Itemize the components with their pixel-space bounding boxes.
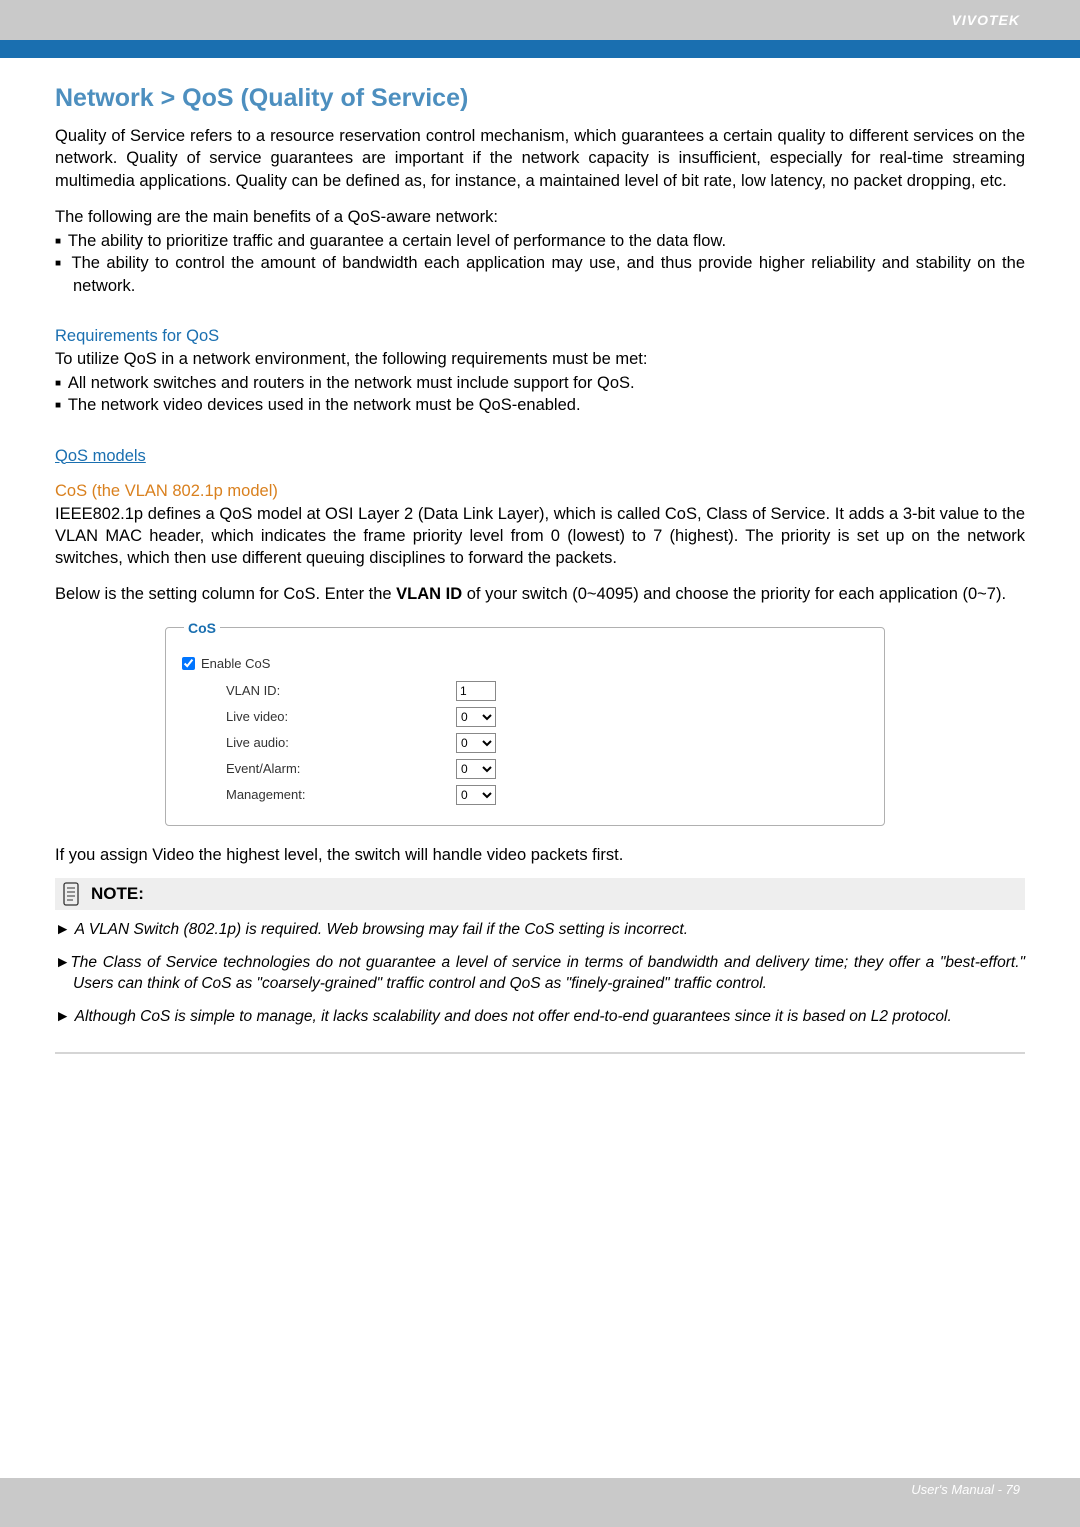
cos-paragraph: IEEE802.1p defines a QoS model at OSI La… <box>55 503 1025 570</box>
note-heading-band: NOTE: <box>55 878 1025 910</box>
vlan-id-label: VLAN ID: <box>226 683 456 698</box>
event-alarm-label: Event/Alarm: <box>226 761 456 776</box>
event-alarm-row: Event/Alarm: 0 <box>226 759 866 779</box>
benefit-item: The ability to control the amount of ban… <box>55 252 1025 297</box>
cos-legend: CoS <box>184 620 220 636</box>
requirements-lead: To utilize QoS in a network environment,… <box>55 348 1025 370</box>
management-label: Management: <box>226 787 456 802</box>
cos-fieldset: CoS Enable CoS VLAN ID: Live video: 0 Li… <box>165 620 885 826</box>
blue-band <box>0 40 1080 58</box>
live-audio-row: Live audio: 0 <box>226 733 866 753</box>
bottom-divider <box>55 1052 1025 1054</box>
vlan-id-input[interactable] <box>456 681 496 701</box>
note-label: NOTE: <box>91 884 144 904</box>
cos-setting-bold: VLAN ID <box>396 585 462 603</box>
benefits-list: The ability to prioritize traffic and gu… <box>55 230 1025 297</box>
cos-heading: CoS (the VLAN 802.1p model) <box>55 482 1025 501</box>
header-band: VIVOTEK <box>0 0 1080 40</box>
note-item: ► Although CoS is simple to manage, it l… <box>55 1007 1025 1028</box>
cos-setting-lead-pre: Below is the setting column for CoS. Ent… <box>55 585 396 603</box>
enable-cos-label: Enable CoS <box>201 656 270 671</box>
enable-cos-checkbox[interactable] <box>182 657 195 670</box>
live-video-label: Live video: <box>226 709 456 724</box>
brand-label: VIVOTEK <box>952 12 1020 28</box>
cos-setting-lead-post: of your switch (0~4095) and choose the p… <box>462 585 1006 603</box>
requirement-item: All network switches and routers in the … <box>55 372 1025 394</box>
requirement-item: The network video devices used in the ne… <box>55 394 1025 416</box>
requirements-heading: Requirements for QoS <box>55 327 1025 346</box>
note-icon <box>61 881 81 907</box>
enable-cos-row: Enable CoS <box>182 656 866 671</box>
benefit-item: The ability to prioritize traffic and gu… <box>55 230 1025 252</box>
note-item: ► A VLAN Switch (802.1p) is required. We… <box>55 920 1025 941</box>
cos-setting-lead: Below is the setting column for CoS. Ent… <box>55 583 1025 605</box>
page-footer: User's Manual - 79 <box>911 1482 1020 1497</box>
live-audio-label: Live audio: <box>226 735 456 750</box>
page-content: Network > QoS (Quality of Service) Quali… <box>0 58 1080 1478</box>
benefits-lead: The following are the main benefits of a… <box>55 206 1025 228</box>
vlan-id-row: VLAN ID: <box>226 681 866 701</box>
note-item: ►The Class of Service technologies do no… <box>55 953 1025 995</box>
live-video-select[interactable]: 0 <box>456 707 496 727</box>
page-title: Network > QoS (Quality of Service) <box>55 84 1025 113</box>
requirements-list: All network switches and routers in the … <box>55 372 1025 417</box>
live-audio-select[interactable]: 0 <box>456 733 496 753</box>
management-row: Management: 0 <box>226 785 866 805</box>
cos-form: CoS Enable CoS VLAN ID: Live video: 0 Li… <box>165 620 885 826</box>
live-video-row: Live video: 0 <box>226 707 866 727</box>
qos-models-heading: QoS models <box>55 447 1025 466</box>
intro-paragraph: Quality of Service refers to a resource … <box>55 125 1025 192</box>
after-form-text: If you assign Video the highest level, t… <box>55 844 1025 866</box>
management-select[interactable]: 0 <box>456 785 496 805</box>
event-alarm-select[interactable]: 0 <box>456 759 496 779</box>
